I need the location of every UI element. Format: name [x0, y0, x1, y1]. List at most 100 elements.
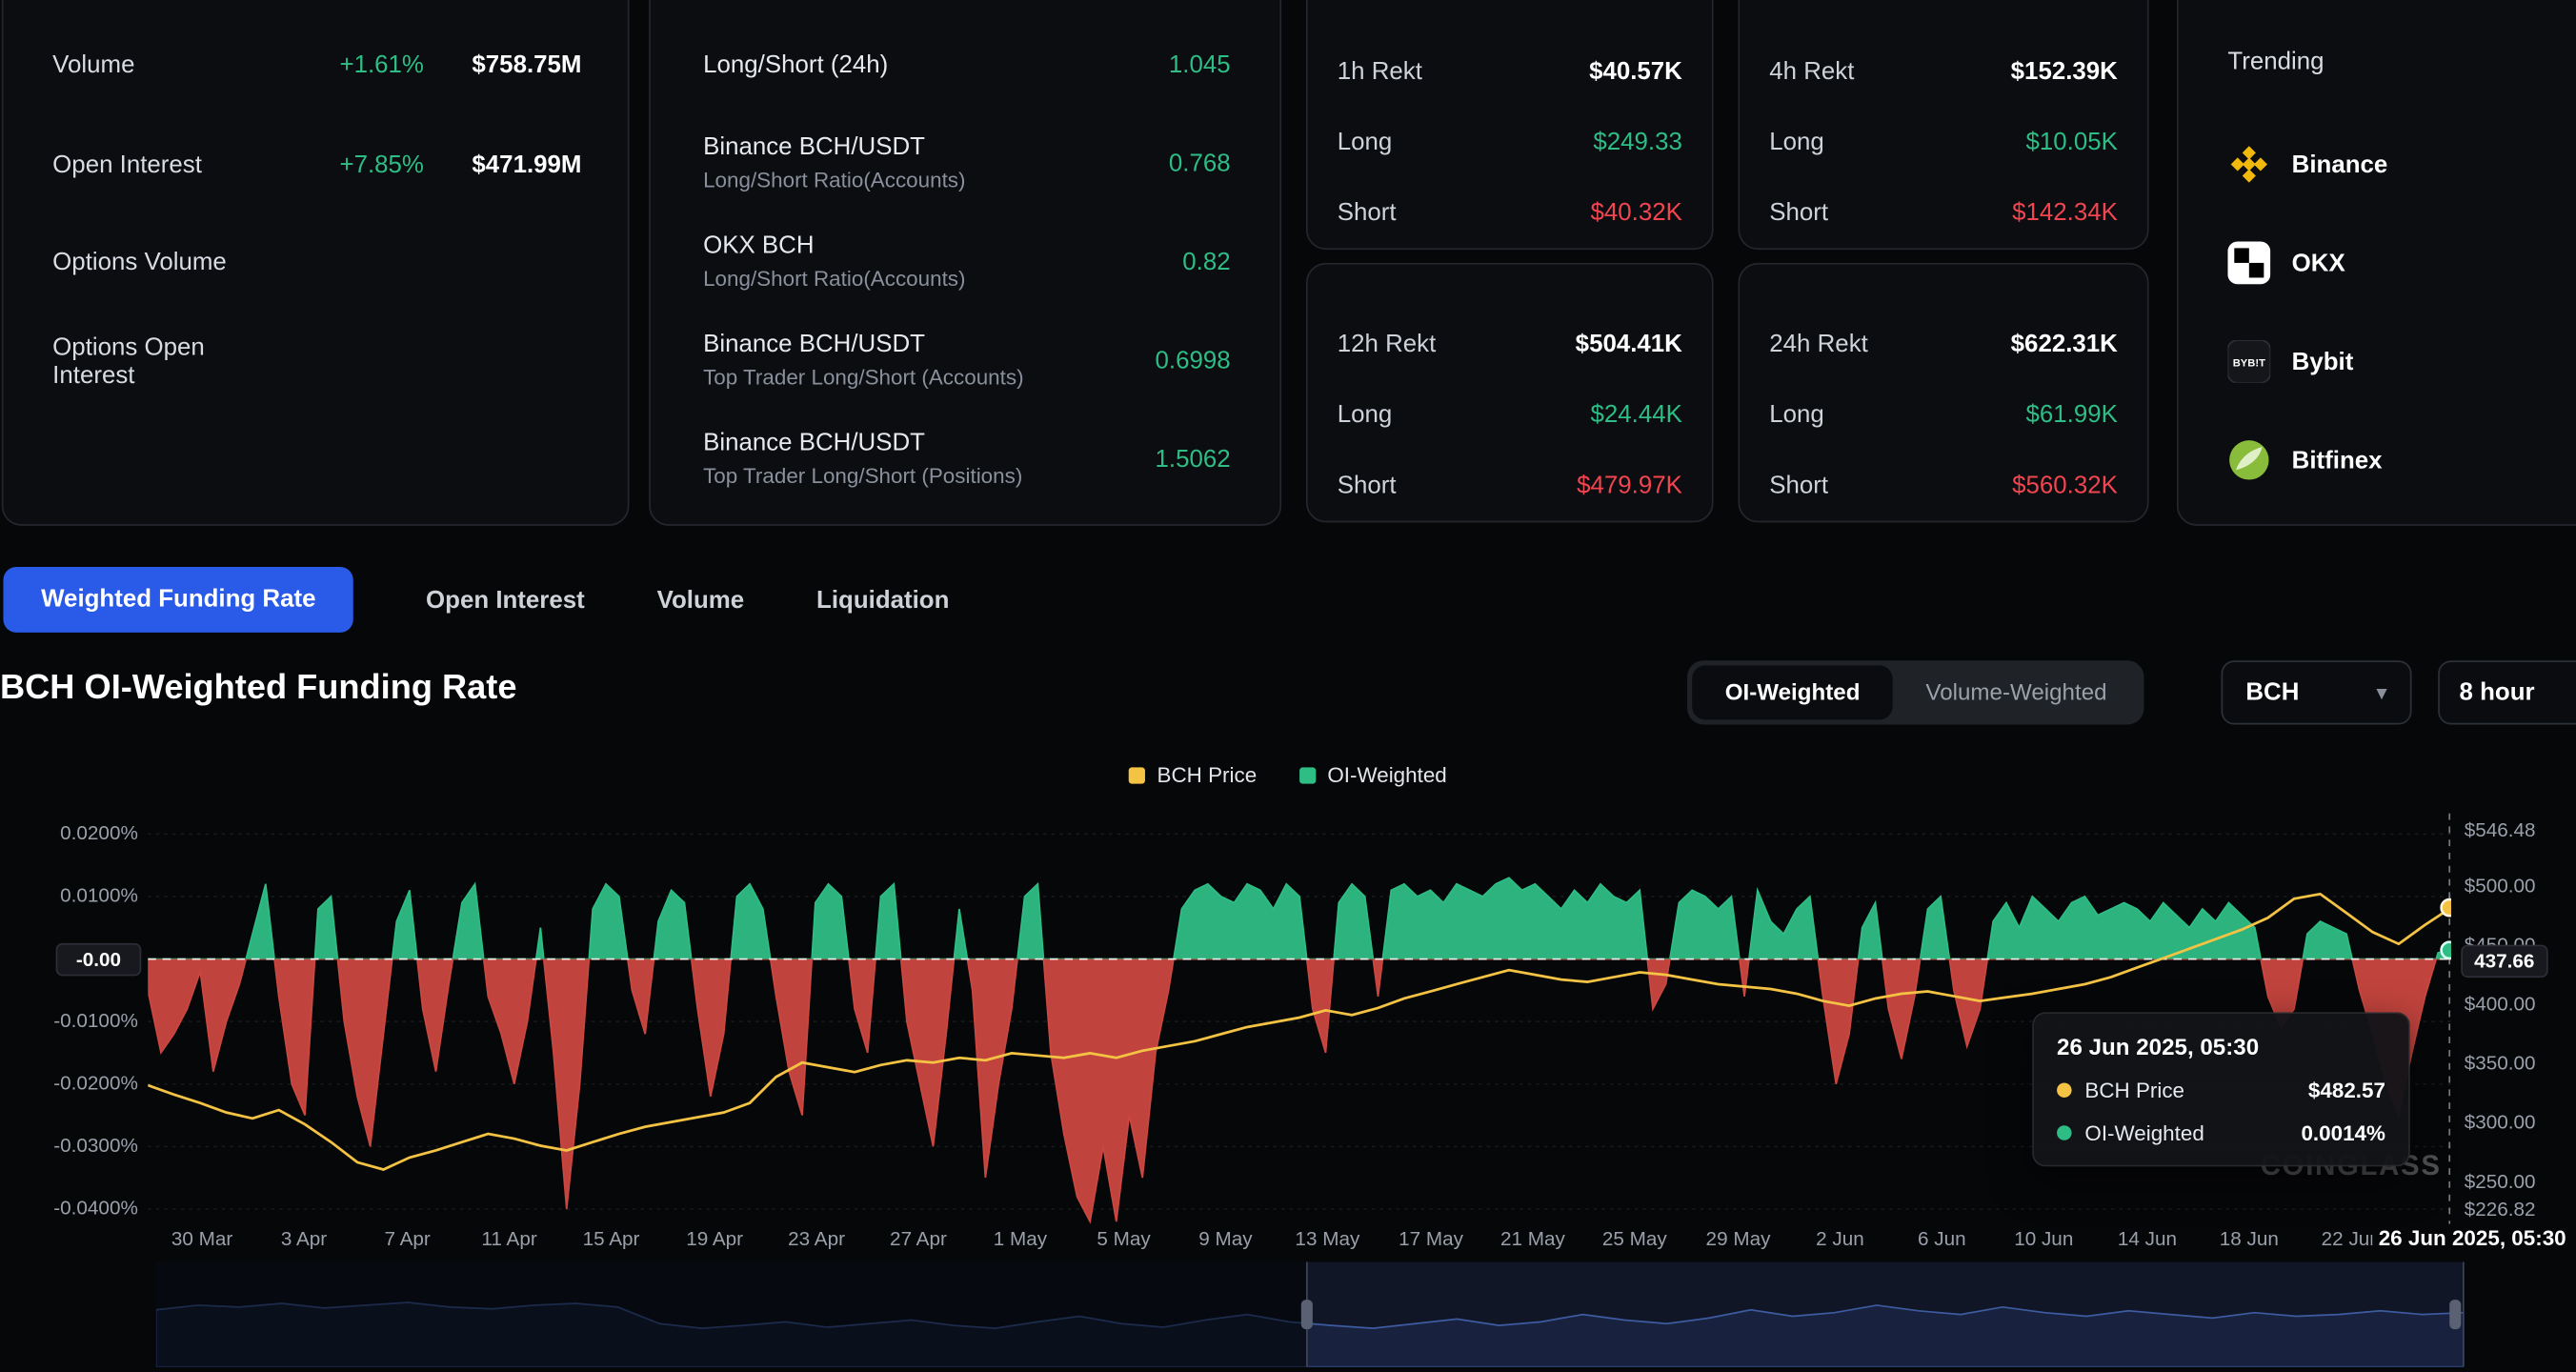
crosshair-date-label: 26 Jun 2025, 05:30 — [2372, 1224, 2573, 1252]
trending-panel: Trending Binance OKX — [2177, 0, 2576, 526]
tab-volume[interactable]: Volume — [657, 586, 745, 614]
rekt-short-label: Short — [1338, 471, 1577, 498]
rekt-short-value: $479.97K — [1577, 471, 1682, 498]
toggle-volume-weighted[interactable]: Volume-Weighted — [1893, 665, 2140, 719]
chevron-down-icon: ▾ — [2376, 679, 2386, 706]
stat-row-open-interest: Open Interest +7.85% $471.99M — [52, 148, 581, 180]
stat-label: Options Volume — [52, 248, 276, 275]
rekt-long-label: Long — [1338, 128, 1594, 155]
ratio-title: Binance BCH/USDT — [703, 329, 1023, 360]
legend-bch-price[interactable]: BCH Price — [1129, 762, 1257, 787]
tooltip-label: BCH Price — [2084, 1078, 2184, 1102]
tab-liquidation[interactable]: Liquidation — [816, 586, 949, 614]
left-axis-tick: -0.0200% — [0, 1071, 138, 1094]
rekt-total: $40.57K — [1589, 56, 1682, 84]
x-axis-tick: 1 May — [969, 1227, 1071, 1250]
trending-item-bybit[interactable]: BYB!T Bybit — [2227, 340, 2353, 383]
x-axis-tick: 9 May — [1175, 1227, 1277, 1250]
rekt-short-value: $40.32K — [1590, 198, 1681, 226]
legend-oi-weighted[interactable]: OI-Weighted — [1299, 762, 1447, 787]
ratio-subtitle: Top Trader Long/Short (Accounts) — [703, 365, 1023, 392]
x-axis-tick: 13 May — [1277, 1227, 1379, 1250]
trending-item-bitfinex[interactable]: Bitfinex — [2227, 438, 2382, 481]
left-axis-tick: -0.0300% — [0, 1134, 138, 1157]
x-axis-tick: 23 Apr — [766, 1227, 868, 1250]
stat-label: Open Interest — [52, 151, 276, 178]
symbol-select-value: BCH — [2245, 678, 2299, 706]
left-axis-tick: 0.0200% — [0, 821, 138, 844]
rekt-long-label: Long — [1769, 128, 2025, 155]
okx-icon — [2227, 242, 2270, 285]
x-axis-tick: 25 May — [1583, 1227, 1685, 1250]
symbol-select[interactable]: BCH ▾ — [2222, 660, 2412, 724]
svg-text:BYB!T: BYB!T — [2233, 358, 2265, 370]
chart-legend: BCH Price OI-Weighted — [0, 762, 2576, 787]
ratio-subtitle: Top Trader Long/Short (Positions) — [703, 463, 1022, 490]
x-axis-tick: 5 May — [1073, 1227, 1175, 1250]
chart-navigator[interactable] — [156, 1261, 2465, 1366]
trending-item-binance[interactable]: Binance — [2227, 143, 2387, 186]
stat-change: +1.61% — [276, 50, 424, 78]
navigator-left-handle[interactable] — [1301, 1300, 1313, 1329]
x-axis-tick: 19 Apr — [664, 1227, 766, 1250]
ratio-value: 0.6998 — [1156, 346, 1231, 373]
stat-value: $471.99M — [424, 151, 582, 178]
page-title: BCH OI-Weighted Funding Rate — [0, 669, 517, 708]
toggle-oi-weighted[interactable]: OI-Weighted — [1692, 665, 1893, 719]
left-axis-tick: -0.0400% — [0, 1196, 138, 1219]
right-axis-tick: $300.00 — [2465, 1111, 2536, 1134]
navigator-right-handle[interactable] — [2449, 1300, 2461, 1329]
trending-title: Trending — [2227, 48, 2324, 75]
left-axis-tick: 0.0100% — [0, 884, 138, 907]
ratio-title: Binance BCH/USDT — [703, 427, 1022, 458]
trending-item-okx[interactable]: OKX — [2227, 242, 2345, 285]
stat-label: Volume — [52, 50, 276, 78]
ratio-value: 0.768 — [1169, 149, 1231, 176]
ratio-row: Binance BCH/USDT Long/Short Ratio(Accoun… — [703, 130, 1231, 195]
legend-swatch-teal — [1299, 766, 1316, 782]
tooltip-dot-price — [2057, 1082, 2072, 1098]
rekt-short-label: Short — [1769, 471, 2012, 498]
tab-open-interest[interactable]: Open Interest — [426, 586, 585, 614]
ratio-row: Binance BCH/USDT Top Trader Long/Short (… — [703, 426, 1231, 492]
x-axis-tick: 14 Jun — [2096, 1227, 2198, 1250]
trending-exchange-name: Bybit — [2292, 348, 2354, 375]
x-axis-tick: 17 May — [1380, 1227, 1482, 1250]
stat-row-options-open-interest: Options Open Interest — [52, 345, 581, 377]
x-axis-tick: 21 May — [1481, 1227, 1583, 1250]
interval-select[interactable]: 8 hour — [2438, 660, 2576, 724]
stat-change: +7.85% — [276, 151, 424, 178]
ratio-title: Long/Short (24h) — [703, 49, 888, 80]
x-axis-tick: 15 Apr — [560, 1227, 662, 1250]
rekt-short-label: Short — [1769, 198, 2012, 226]
tooltip-row: BCH Price $482.57 — [2057, 1078, 2385, 1102]
right-axis-tick: $500.00 — [2465, 874, 2536, 897]
rekt-period: 4h Rekt — [1769, 56, 2010, 84]
tab-weighted-funding-rate[interactable]: Weighted Funding Rate — [3, 567, 353, 633]
rekt-long-value: $61.99K — [2025, 400, 2117, 428]
tooltip-value: $482.57 — [2308, 1078, 2385, 1102]
ratio-row: Long/Short (24h) 1.045 — [703, 48, 1231, 80]
weighting-toggle: OI-Weighted Volume-Weighted — [1687, 660, 2144, 724]
rekt-card-12h: 12h Rekt$504.41K Long$24.44K Short$479.9… — [1306, 263, 1714, 522]
ratio-title: Binance BCH/USDT — [703, 131, 965, 163]
market-stats-panel: Volume +1.61% $758.75M Open Interest +7.… — [2, 0, 630, 526]
tooltip-value: 0.0014% — [2301, 1120, 2385, 1145]
zero-line-badge-left: -0.00 — [56, 943, 142, 976]
binance-icon — [2227, 143, 2270, 186]
stat-row-volume: Volume +1.61% $758.75M — [52, 48, 581, 80]
ratio-value: 1.5062 — [1156, 444, 1231, 472]
rekt-short-value: $560.32K — [2012, 471, 2118, 498]
navigator-unselected-region[interactable] — [156, 1261, 1306, 1366]
ratio-row: OKX BCH Long/Short Ratio(Accounts) 0.82 — [703, 229, 1231, 294]
right-axis-tick: $350.00 — [2465, 1052, 2536, 1075]
ratio-subtitle: Long/Short Ratio(Accounts) — [703, 168, 965, 194]
rekt-long-value: $10.05K — [2025, 128, 2117, 155]
x-axis-tick: 11 Apr — [458, 1227, 560, 1250]
rekt-long-value: $249.33 — [1593, 128, 1682, 155]
rekt-total: $622.31K — [2011, 330, 2118, 357]
tooltip-label: OI-Weighted — [2084, 1120, 2204, 1145]
x-axis-tick: 2 Jun — [1789, 1227, 1891, 1250]
navigator-selected-region[interactable] — [1306, 1261, 2465, 1366]
ratio-value: 1.045 — [1169, 50, 1231, 78]
